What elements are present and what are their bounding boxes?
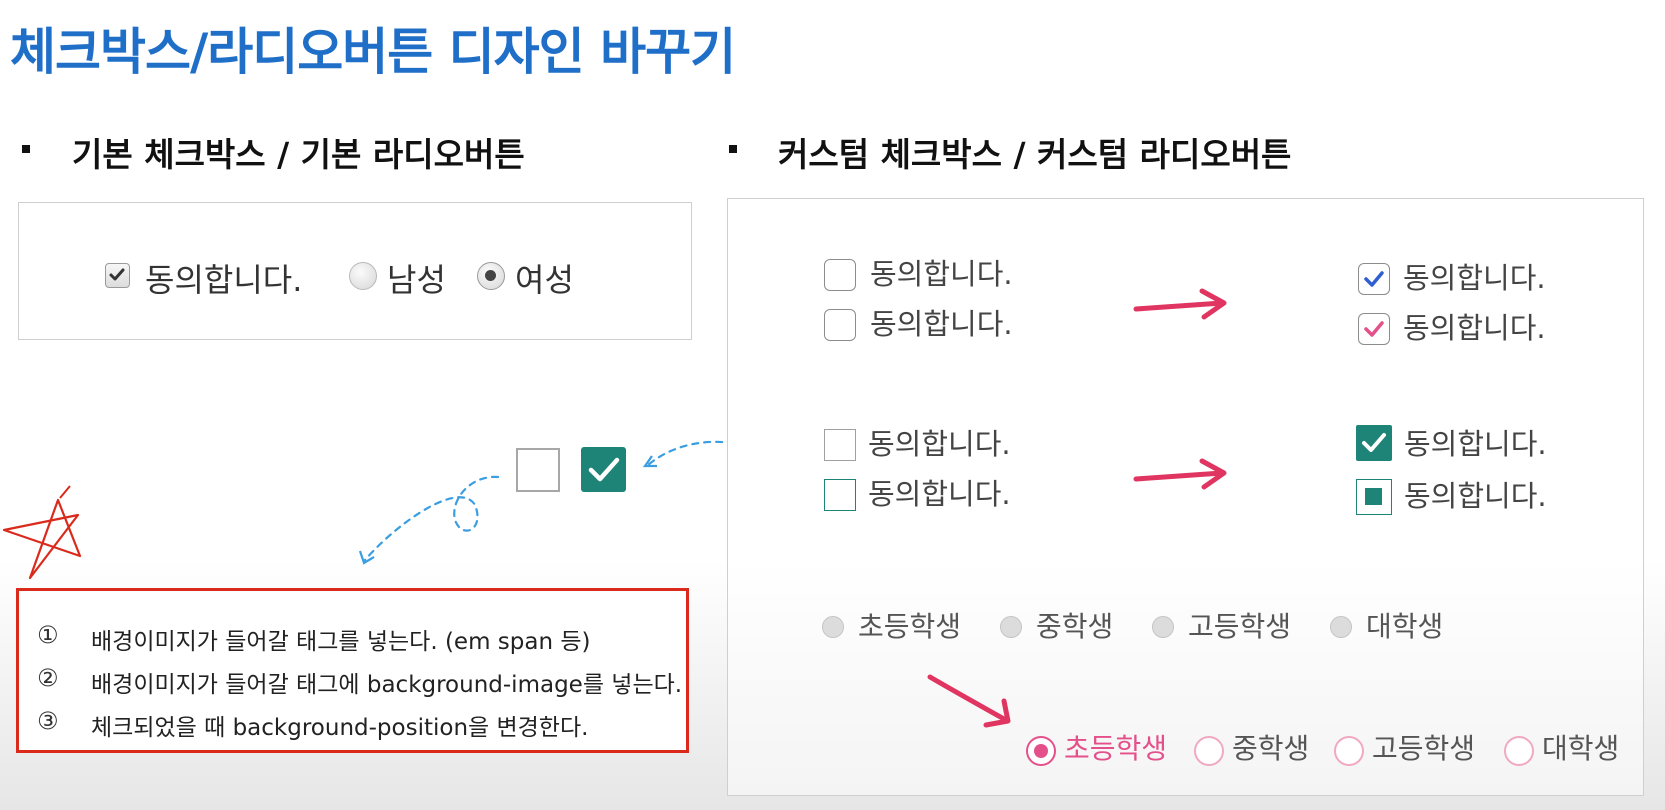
basic-checkbox-label: 동의합니다.	[145, 261, 303, 299]
star-doodle-icon	[2, 485, 82, 580]
arrow-right-icon	[1133, 288, 1227, 320]
rules-box: ① 배경이미지가 들어갈 태그를 넣는다. (em span 등) ② 배경이미…	[16, 588, 689, 753]
checkmark-icon	[1364, 271, 1384, 287]
checkbox-label: 동의합니다.	[868, 427, 1011, 461]
page-title: 체크박스/라디오버튼 디자인 바꾸기	[10, 23, 736, 81]
checkbox-label: 동의합니다.	[1403, 261, 1546, 295]
grade-radio-middle[interactable]	[1000, 616, 1022, 638]
basic-checkbox[interactable]	[105, 263, 130, 288]
basic-demo-panel: 동의합니다. 남성 여성	[18, 202, 692, 340]
bullet-icon	[22, 145, 30, 153]
arrow-down-right-icon	[927, 674, 1011, 728]
pink-radio-label: 중학생	[1232, 732, 1310, 765]
custom-section-heading: 커스텀 체크박스 / 커스텀 라디오버튼	[778, 135, 1292, 174]
checkmark-icon	[1364, 321, 1384, 337]
custom-checkbox-checked-blue[interactable]	[1358, 263, 1390, 295]
grade-radio-high[interactable]	[1152, 616, 1174, 638]
custom-checkbox-unchecked[interactable]	[824, 259, 856, 291]
sprite-checked-box	[581, 447, 626, 492]
checkmark-icon	[1362, 433, 1386, 452]
rule-text: 배경이미지가 들어갈 태그를 넣는다. (em span 등)	[91, 629, 591, 655]
checkbox-label: 동의합니다.	[1403, 311, 1546, 345]
basic-radio-female[interactable]	[477, 262, 505, 290]
rule-text: 배경이미지가 들어갈 태그에 background-image를 넣는다.	[91, 672, 683, 698]
dashed-connector-left	[363, 475, 500, 562]
checkbox-label: 동의합니다.	[868, 477, 1011, 511]
radio-dot	[485, 270, 496, 281]
square-checkbox-teal-checked[interactable]	[1356, 425, 1392, 461]
rule-number: ②	[37, 664, 59, 692]
sprite-unchecked-box	[516, 448, 560, 492]
custom-demo-panel: 동의합니다. 동의합니다. 동의합니다. 동의합니다. 동의합니다. 동의합니다…	[727, 198, 1644, 796]
pink-radio-high[interactable]	[1334, 736, 1364, 766]
checkbox-label: 동의합니다.	[1404, 479, 1547, 513]
pink-radio-label: 고등학생	[1372, 732, 1476, 765]
checkbox-label: 동의합니다.	[1404, 427, 1547, 461]
arrowhead-right	[642, 455, 657, 468]
grade-radio-label: 대학생	[1366, 610, 1444, 643]
rule-number: ①	[37, 621, 59, 649]
arrow-right-icon	[1133, 458, 1227, 490]
basic-radio-male[interactable]	[349, 262, 377, 290]
basic-radio-male-label: 남성	[387, 261, 446, 299]
rule-text: 체크되었을 때 background-position을 변경한다.	[91, 715, 589, 741]
custom-checkbox-unchecked[interactable]	[824, 309, 856, 341]
basic-radio-female-label: 여성	[515, 261, 574, 299]
checkmark-icon	[109, 268, 125, 281]
grade-radio-label: 중학생	[1036, 610, 1114, 643]
bullet-icon	[729, 145, 737, 153]
pink-radio-college[interactable]	[1504, 736, 1534, 766]
custom-checkbox-checked-pink[interactable]	[1358, 313, 1390, 345]
square-checkbox-teal-outline[interactable]	[824, 479, 856, 511]
pink-radio-middle[interactable]	[1194, 736, 1224, 766]
basic-section-heading: 기본 체크박스 / 기본 라디오버튼	[72, 135, 525, 174]
checkbox-label: 동의합니다.	[870, 257, 1013, 291]
grade-radio-label: 초등학생	[858, 610, 962, 643]
arrowhead-left	[358, 550, 375, 565]
checkbox-label: 동의합니다.	[870, 307, 1013, 341]
square-checkbox-teal-filled[interactable]	[1356, 479, 1392, 515]
filled-square-indicator	[1365, 488, 1382, 505]
grade-radio-college[interactable]	[1330, 616, 1352, 638]
pink-radio-label-selected: 초등학생	[1064, 732, 1168, 765]
grade-radio-elementary[interactable]	[822, 616, 844, 638]
square-checkbox-unchecked[interactable]	[824, 429, 856, 461]
grade-radio-label: 고등학생	[1188, 610, 1292, 643]
rule-number: ③	[37, 707, 59, 735]
pink-radio-label: 대학생	[1542, 732, 1620, 765]
checkmark-icon	[588, 457, 620, 482]
pink-radio-elementary[interactable]	[1026, 736, 1056, 766]
